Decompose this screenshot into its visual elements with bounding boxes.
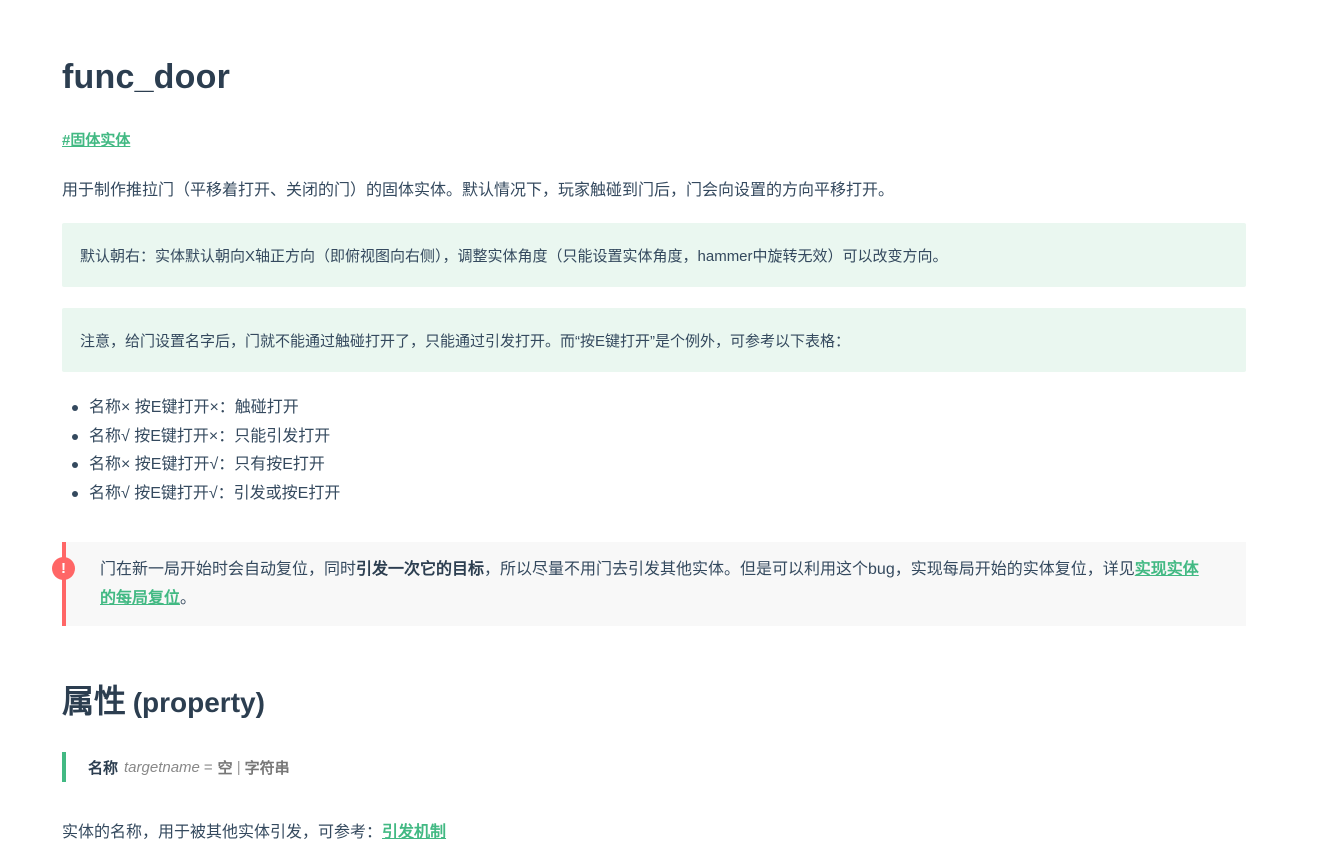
exclamation-icon: ! — [52, 557, 75, 580]
warning-text-middle: ，所以尽量不用门去引发其他实体。但是可以利用这个bug，实现每局开始的实体复位，… — [484, 561, 1135, 578]
property-equals: = — [203, 758, 213, 776]
property-type-empty: 空 — [217, 759, 233, 777]
warning-bold-text: 引发一次它的目标 — [356, 561, 485, 578]
warning-callout: ! 门在新一局开始时会自动复位，同时引发一次它的目标，所以尽量不用门去引发其他实… — [52, 542, 1246, 626]
list-item: 名称× 按E键打开√：只有按E打开 — [71, 451, 340, 480]
description-text: 实体的名称，用于被其他实体引发，可参考： — [62, 824, 383, 841]
list-item: 名称√ 按E键打开×：只能引发打开 — [71, 423, 340, 452]
tip-text: 默认朝右：实体默认朝向X轴正方向（即俯视图向右侧），调整实体角度（只能设置实体角… — [80, 247, 948, 265]
property-type-string: 字符串 — [244, 759, 290, 777]
property-description: 实体的名称，用于被其他实体引发，可参考：引发机制 — [62, 818, 446, 842]
rules-list: 名称× 按E键打开×：触碰打开 名称√ 按E键打开×：只能引发打开 名称× 按E… — [62, 394, 340, 508]
section-title-property: 属性 (property) — [62, 676, 265, 722]
section-title-en: (property) — [132, 687, 265, 718]
property-key: targetname — [124, 758, 200, 776]
list-item: 名称× 按E键打开×：触碰打开 — [71, 394, 340, 423]
intro-paragraph: 用于制作推拉门（平移着打开、关闭的门）的固体实体。默认情况下，玩家触碰到门后，门… — [62, 182, 895, 199]
tip-name-note: 注意，给门设置名字后，门就不能通过触碰打开了，只能通过引发打开。而“按E键打开”… — [62, 308, 1246, 372]
property-targetname-header: 名称 targetname = 空 | 字符串 — [62, 752, 290, 782]
page-title: func_door — [62, 58, 231, 96]
warning-text-before: 门在新一局开始时会自动复位，同时 — [100, 561, 357, 578]
warning-text-after: 。 — [180, 590, 197, 607]
tip-text: 注意，给门设置名字后，门就不能通过触碰打开了，只能通过引发打开。而“按E键打开”… — [80, 332, 851, 350]
tag-link[interactable]: #固体实体 — [62, 129, 130, 150]
property-type-separator: | — [236, 758, 241, 776]
list-item: 名称√ 按E键打开√：引发或按E打开 — [71, 480, 340, 509]
trigger-mechanism-link[interactable]: 引发机制 — [382, 824, 446, 841]
tip-default-direction: 默认朝右：实体默认朝向X轴正方向（即俯视图向右侧），调整实体角度（只能设置实体角… — [62, 223, 1246, 287]
section-title-zh: 属性 — [62, 683, 127, 719]
property-name: 名称 — [88, 759, 119, 777]
